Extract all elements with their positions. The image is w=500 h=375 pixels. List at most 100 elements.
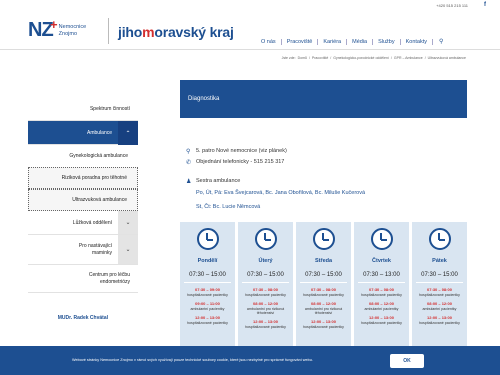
region-logo[interactable]: jihomoravský kraj (118, 24, 234, 40)
slot-time: 09:00 – 11:00 (195, 301, 220, 306)
phone-row: ✆ Objednání telefonicky - 515 215 317 (186, 159, 467, 166)
logo-text: Nemocnice Znojmo (58, 24, 87, 37)
day-hours: 07:30 – 15:00 (300, 272, 347, 283)
cookie-message: Webové stránky Nemocnice Znojmo v rámci … (72, 358, 313, 362)
nav-item-o-nas[interactable]: O nás (256, 38, 282, 45)
sidebar-item-luzkova[interactable]: Lůžková oddělení ⌄ (28, 211, 138, 235)
sidebar-subitem-rizikova[interactable]: Riziková poradna pro těhotné (28, 167, 138, 189)
top-phone[interactable]: +420 515 215 111 (436, 3, 468, 8)
breadcrumb-sep: / (424, 56, 426, 60)
chevron-up-icon[interactable]: ⌃ (118, 121, 138, 145)
day-name: Čtvrtek (372, 258, 391, 264)
slot-time: 07:30 – 08:00 (253, 287, 278, 292)
location-text[interactable]: 5. patro Nové nemocnice (viz plánek) (196, 148, 287, 154)
breadcrumb-ambulance[interactable]: GPR – Ambulance (394, 56, 423, 60)
schedule: Pondělí 07:30 – 15:00 07:30 – 09:00 hosp… (180, 222, 467, 350)
breadcrumb-home[interactable]: Domů (298, 56, 307, 60)
schedule-day-tuesday: Úterý 07:30 – 15:00 07:30 – 08:00 hospit… (238, 222, 293, 350)
clock-icon (254, 228, 277, 250)
slot-desc: hospitalizované pacientky (303, 293, 344, 297)
slot-desc: hospitalizované pacientky (419, 293, 460, 297)
day-name: Pondělí (197, 258, 218, 264)
phone-icon: ✆ (186, 160, 192, 166)
chevron-down-icon[interactable]: ⌄ (118, 235, 138, 264)
logo-divider (108, 18, 109, 44)
sidebar-item-ambulance[interactable]: Ambulance ⌃ (28, 121, 138, 145)
slot-time: 12:00 – 13:00 (427, 315, 452, 320)
sidebar-item-spektrum[interactable]: Spektrum činností (28, 97, 138, 121)
day-name: Pátek (432, 258, 447, 264)
sidebar-subitem-ultrazvukova[interactable]: Ultrazvuková ambulance (28, 189, 138, 211)
phone-text[interactable]: Objednání telefonicky - 515 215 317 (196, 159, 284, 165)
slot-time: 07:30 – 08:00 (427, 287, 452, 292)
sidebar-subitem-gynekologicka[interactable]: Gynekologická ambulance (28, 145, 138, 167)
slot-time: 12:00 – 13:00 (369, 315, 394, 320)
breadcrumb-current: Ultrazvuková ambulance (427, 56, 466, 60)
slot-desc: hospitalizované pacientky (303, 325, 344, 329)
schedule-day-friday: Pátek 07:30 – 15:00 07:30 – 08:00 hospit… (412, 222, 467, 350)
clock-icon (312, 228, 335, 250)
nav-item-media[interactable]: Média (347, 38, 374, 45)
day-name: Úterý (258, 258, 273, 264)
cookie-ok-button[interactable]: OK (390, 354, 424, 368)
slot-desc: ambulantní pacientky (422, 307, 457, 311)
nurses-block: ♟ Sestra ambulance Po, Út, Pá: Eva Švejc… (186, 178, 467, 211)
day-hours: 07:30 – 13:00 (358, 272, 405, 283)
slot-time: 08:00 – 12:00 (369, 301, 394, 306)
sidebar: Spektrum činností Ambulance ⌃ Gynekologi… (28, 97, 138, 321)
sidebar-item-nastavajici[interactable]: Pro nastávající maminky ⌄ (28, 235, 138, 265)
breadcrumb-sep: / (390, 56, 392, 60)
breadcrumb-sep: / (330, 56, 332, 60)
location-row: ⚲ 5. patro Nové nemocnice (viz plánek) (186, 148, 467, 155)
nav-item-sluzby[interactable]: Služby (373, 38, 401, 45)
nurses-line-2[interactable]: St, Čt: Bc. Lucie Němcová (196, 203, 467, 211)
site-header: NZ + Nemocnice Znojmo jihomoravský kraj O… (0, 12, 500, 50)
nurses-line-1[interactable]: Po, Út, Pá: Eva Švejcarová, Bc. Jana Obo… (196, 189, 467, 197)
slot-desc: hospitalizované pacientky (187, 293, 228, 297)
section-header: Diagnostika (180, 80, 467, 118)
breadcrumb-label: Jste zde: (281, 56, 296, 60)
slot-time: 07:30 – 08:00 (369, 287, 394, 292)
nav-item-pracoviste[interactable]: Pracoviště (282, 38, 319, 45)
logo-plus-icon: + (50, 17, 58, 32)
facebook-icon[interactable]: f (484, 2, 486, 8)
breadcrumb-gpo[interactable]: Gynekologicko-porodnické oddělení (333, 56, 389, 60)
location-pin-icon: ⚲ (186, 149, 191, 155)
schedule-day-wednesday: Středa 07:30 – 15:00 07:30 – 08:00 hospi… (296, 222, 351, 350)
slot-time: 07:30 – 08:00 (311, 287, 336, 292)
nav-item-kariera[interactable]: Kariéra (318, 38, 348, 45)
slot-desc: ambulantní pacientky (190, 307, 225, 311)
slot-desc: hospitalizované pacientky (245, 325, 286, 329)
day-name: Středa (314, 258, 333, 264)
slot-desc: hospitalizované pacientky (361, 321, 402, 325)
nurses-title: Sestra ambulance (196, 178, 241, 184)
sidebar-doctor-name[interactable]: MUDr. Radek Chvátal (28, 315, 138, 321)
breadcrumb-pracoviste[interactable]: Pracoviště (312, 56, 328, 60)
slot-desc: hospitalizované pacientky (361, 293, 402, 297)
main-content: Diagnostika ⚲ 5. patro Nové nemocnice (v… (180, 80, 467, 211)
slot-time: 08:00 – 12:00 (253, 301, 278, 306)
day-hours: 07:30 – 15:00 (242, 272, 289, 283)
top-bar: +420 515 215 111 f (0, 0, 500, 12)
slot-time: 12:00 – 13:00 (253, 319, 278, 324)
sidebar-item-centrum[interactable]: Centrum pro léčbu endometriózy (28, 265, 138, 293)
sidebar-item-label: Pro nastávající maminky (78, 242, 112, 256)
slot-desc: ambulantní pacientky (364, 307, 399, 311)
search-icon[interactable]: ⚲ (439, 38, 443, 45)
slot-desc: ambulantní pro riziková těhotenství (246, 307, 285, 315)
schedule-day-thursday: Čtvrtek 07:30 – 13:00 07:30 – 08:00 hosp… (354, 222, 409, 350)
slot-time: 12:00 – 13:00 (311, 319, 336, 324)
slot-time: 12:00 – 13:00 (195, 315, 220, 320)
chevron-down-icon[interactable]: ⌄ (118, 211, 138, 234)
schedule-day-monday: Pondělí 07:30 – 15:00 07:30 – 09:00 hosp… (180, 222, 235, 350)
person-icon: ♟ (186, 179, 192, 185)
clock-icon (196, 228, 219, 250)
hospital-logo[interactable]: NZ + Nemocnice Znojmo (28, 17, 87, 40)
slot-desc: hospitalizované pacientky (245, 293, 286, 297)
slot-desc: hospitalizované pacientky (419, 321, 460, 325)
clock-icon (370, 228, 393, 250)
contact-info: ⚲ 5. patro Nové nemocnice (viz plánek) ✆… (180, 148, 467, 211)
cookie-banner: Webové stránky Nemocnice Znojmo v rámci … (0, 346, 500, 375)
slot-time: 08:00 – 12:00 (311, 301, 336, 306)
nav-item-kontakty[interactable]: Kontakty (401, 38, 434, 45)
